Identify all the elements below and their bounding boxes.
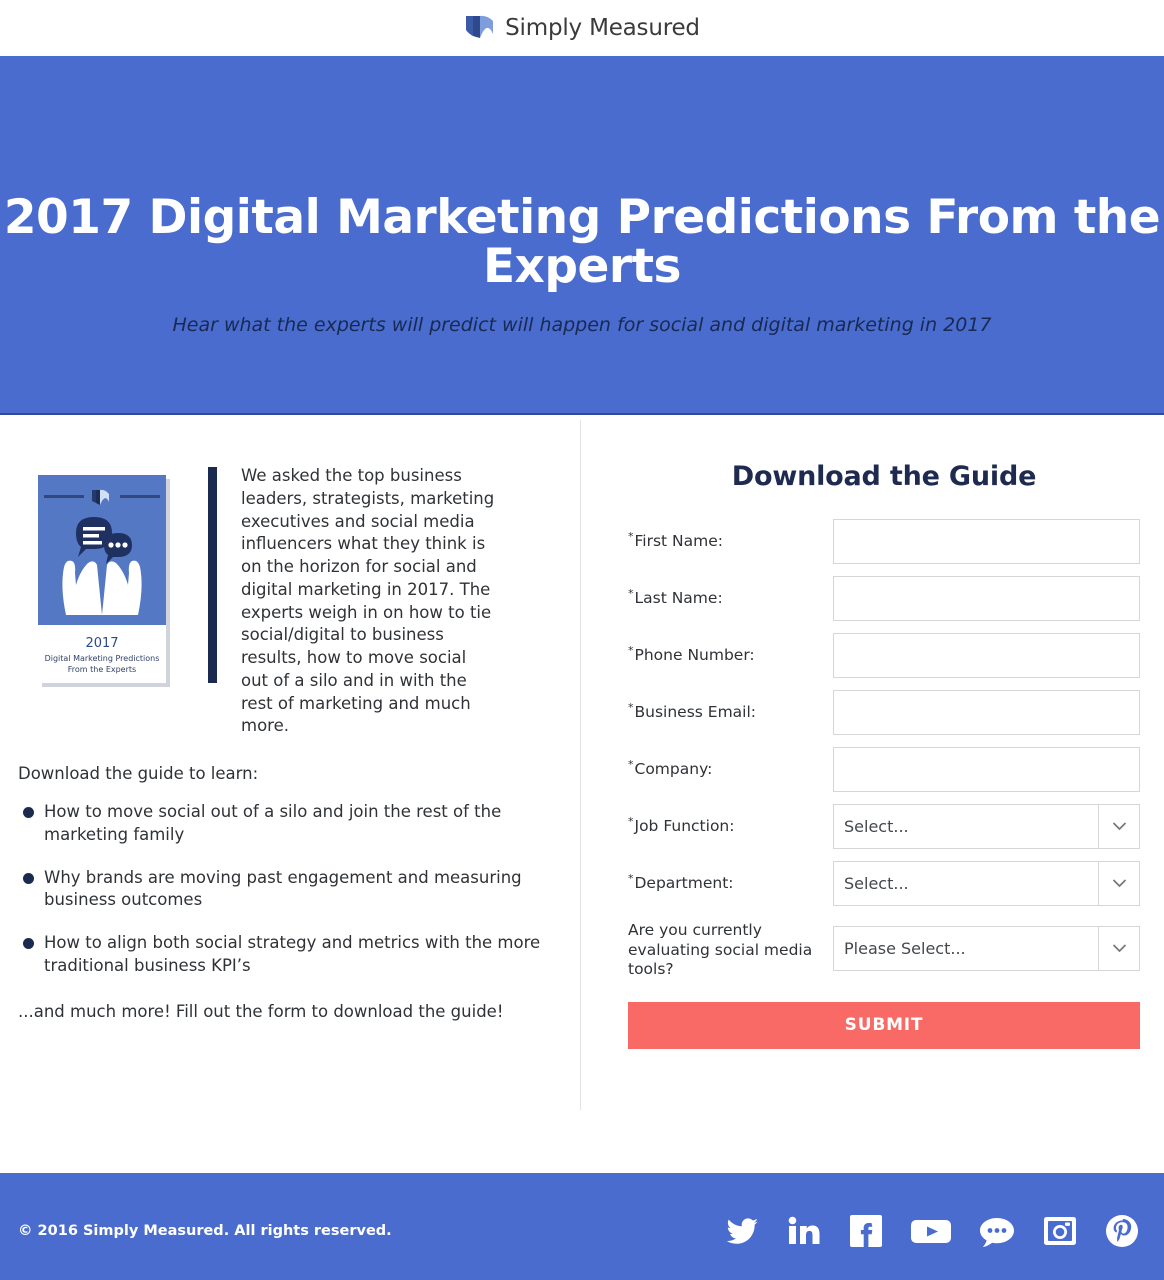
list-item-text: How to align both social strategy and me… (44, 933, 541, 976)
department-value[interactable]: Select... (833, 860, 1098, 906)
required-asterisk: * (628, 587, 634, 601)
chevron-down-icon[interactable] (1098, 925, 1140, 971)
label-department: *Department: (628, 872, 833, 894)
form-row-last-name: *Last Name: (628, 575, 1140, 621)
list-item: Why brands are moving past engagement an… (18, 867, 560, 913)
job-function-select[interactable]: Select... (833, 803, 1140, 849)
ebook-cover-year: 2017 (85, 636, 118, 651)
form-title: Download the Guide (731, 461, 1037, 492)
form-row-phone-number: *Phone Number: (628, 632, 1140, 678)
quote-accent-bar (208, 467, 217, 683)
intro-paragraph: We asked the top business leaders, strat… (241, 466, 495, 736)
last-name-input[interactable] (833, 575, 1140, 621)
form-row-business-email: *Business Email: (628, 689, 1140, 735)
label-last-name: *Last Name: (628, 587, 833, 609)
label-phone-number: *Phone Number: (628, 644, 833, 666)
label-first-name: *First Name: (628, 530, 833, 552)
bullet-dot-icon (23, 807, 34, 819)
intro-row: 2017 Digital Marketing Predictions From … (18, 459, 560, 738)
pinterest-icon[interactable] (1102, 1211, 1142, 1251)
required-asterisk: * (628, 815, 634, 829)
required-asterisk: * (628, 758, 634, 772)
evaluating-tools-value[interactable]: Please Select... (833, 925, 1098, 971)
label-text: Business Email: (634, 703, 757, 722)
required-asterisk: * (628, 872, 634, 886)
footer-copyright: © 2016 Simply Measured. All rights reser… (18, 1223, 392, 1239)
learn-closing-text: ...and much more! Fill out the form to d… (18, 1001, 504, 1021)
submit-button[interactable]: SUBMIT (628, 1001, 1140, 1049)
intro-quote-block: We asked the top business leaders, strat… (208, 465, 496, 738)
list-item: How to align both social strategy and me… (18, 932, 560, 978)
learn-bullet-list: How to move social out of a silo and joi… (18, 801, 560, 978)
first-name-input[interactable] (833, 518, 1140, 564)
bullet-dot-icon (23, 938, 34, 950)
chevron-down-icon[interactable] (1098, 860, 1140, 906)
evaluating-tools-select[interactable]: Please Select... (833, 925, 1140, 971)
label-text: Job Function: (634, 817, 735, 836)
bullet-dot-icon (23, 872, 34, 884)
page-footer: © 2016 Simply Measured. All rights reser… (0, 1173, 1164, 1280)
linkedin-icon[interactable] (784, 1211, 824, 1251)
department-select[interactable]: Select... (833, 860, 1140, 906)
site-logo[interactable]: Simply Measured (464, 12, 700, 44)
form-row-department: *Department: Select... (628, 860, 1140, 906)
page-subtitle: Hear what the experts will predict will … (172, 313, 992, 336)
ebook-cover-image: 2017 Digital Marketing Predictions From … (18, 459, 194, 699)
twitter-icon[interactable] (722, 1211, 762, 1251)
social-links (722, 1211, 1142, 1251)
ebook-cover-line1: Digital Marketing Predictions (45, 654, 160, 663)
label-text: Department: (634, 874, 734, 893)
youtube-icon[interactable] (908, 1211, 954, 1251)
list-item-text: Why brands are moving past engagement an… (44, 867, 522, 910)
instagram-icon[interactable] (1040, 1211, 1080, 1251)
ebook-cover-line2: From the Experts (68, 665, 136, 674)
site-logo-text: Simply Measured (505, 15, 700, 41)
label-evaluating-tools: Are you currently evaluating social medi… (628, 921, 813, 979)
form-row-company: *Company: (628, 746, 1140, 792)
learn-lead-text: Download the guide to learn: (18, 764, 259, 784)
list-item: How to move social out of a silo and joi… (18, 801, 560, 847)
label-business-email: *Business Email: (628, 701, 833, 723)
label-job-function: *Job Function: (628, 815, 833, 837)
blog-comment-icon[interactable] (976, 1211, 1018, 1251)
label-text: Company: (634, 760, 713, 779)
left-column: 2017 Digital Marketing Predictions From … (0, 415, 580, 1021)
label-text: Phone Number: (634, 646, 755, 665)
list-item-text: How to move social out of a silo and joi… (44, 802, 502, 844)
form-row-job-function: *Job Function: Select... (628, 803, 1140, 849)
chevron-down-icon[interactable] (1098, 803, 1140, 849)
phone-number-input[interactable] (833, 632, 1140, 678)
page-title: 2017 Digital Marketing Predictions From … (3, 190, 1161, 295)
simply-measured-mark-icon (464, 12, 496, 44)
top-logo-bar: Simply Measured (0, 0, 1164, 56)
label-text: Last Name: (634, 589, 723, 608)
hero-banner: 2017 Digital Marketing Predictions From … (0, 56, 1164, 415)
form-row-evaluating-tools: Are you currently evaluating social medi… (628, 917, 1140, 980)
required-asterisk: * (628, 530, 634, 544)
label-company: *Company: (628, 758, 833, 780)
main-content: 2017 Digital Marketing Predictions From … (0, 415, 1164, 1173)
facebook-icon[interactable] (846, 1211, 886, 1251)
label-text: First Name: (634, 532, 724, 551)
form-row-first-name: *First Name: (628, 518, 1140, 564)
required-asterisk: * (628, 701, 634, 715)
required-asterisk: * (628, 644, 634, 658)
right-column-form: Download the Guide *First Name: *Last Na… (581, 415, 1164, 1049)
company-input[interactable] (833, 746, 1140, 792)
business-email-input[interactable] (833, 689, 1140, 735)
job-function-value[interactable]: Select... (833, 803, 1098, 849)
